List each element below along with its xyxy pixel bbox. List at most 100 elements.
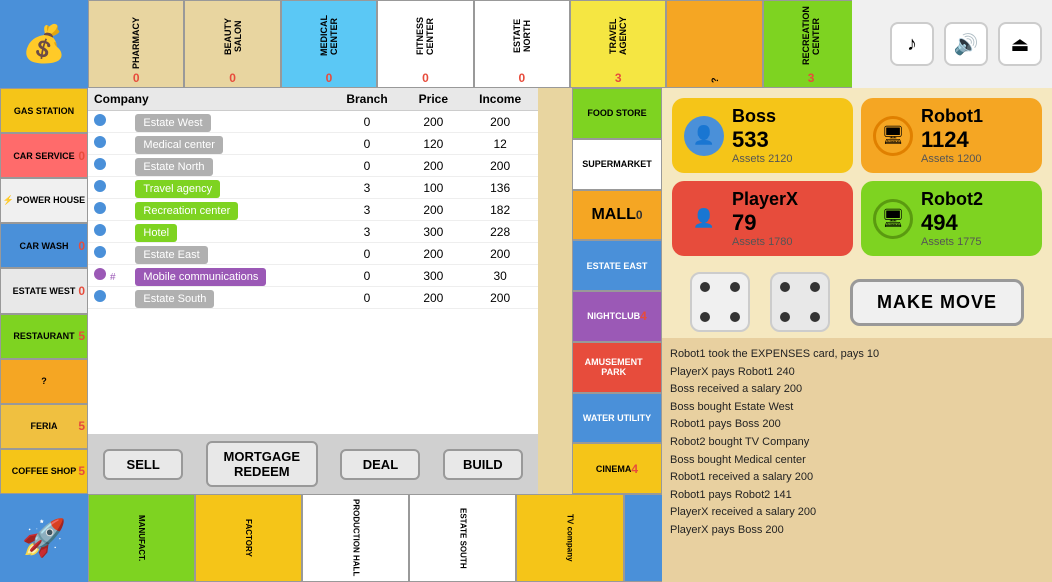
table-row[interactable]: Estate South0200200 xyxy=(88,287,538,309)
dot xyxy=(810,282,820,292)
top-left-icon: 💰 xyxy=(0,0,88,88)
left-cell-coffeeshop: COFFEE SHOP5 xyxy=(0,449,88,494)
player-playerx: 👤 PlayerX 79 Assets 1780 xyxy=(672,181,853,256)
playerx-info: PlayerX 79 Assets 1780 xyxy=(732,189,798,248)
log-entry: Robot1 pays Robot2 141 xyxy=(670,487,1044,505)
bottom-action-bar: SELL MORTGAGEREDEEM DEAL BUILD xyxy=(88,434,538,494)
top-cell-beauty-salon: BEAUTY SALON0 xyxy=(184,0,280,88)
boss-score: 533 xyxy=(732,127,793,153)
player-boss: 👤 Boss 533 Assets 2120 xyxy=(672,98,853,173)
dot xyxy=(730,282,740,292)
playerx-avatar: 👤 xyxy=(684,199,724,239)
player-cards: 👤 Boss 533 Assets 2120 🖥 Robot1 1124 Ass… xyxy=(662,88,1052,266)
mr-cell-amusement: AMUSEMENT PARK4 xyxy=(572,342,662,393)
make-move-button[interactable]: MAKE MOVE xyxy=(850,279,1024,326)
die-2 xyxy=(770,272,830,332)
mr-cell-mall: MALL0 xyxy=(572,190,662,241)
company-name: Estate South xyxy=(135,290,214,308)
robot1-info: Robot1 1124 Assets 1200 xyxy=(921,106,983,165)
player-robot1: 🖥 Robot1 1124 Assets 1200 xyxy=(861,98,1042,173)
robot2-info: Robot2 494 Assets 1775 xyxy=(921,189,983,248)
top-cell-travel-agency: TRAVEL AGENCY3 xyxy=(570,0,666,88)
company-name: Estate East xyxy=(135,246,207,264)
middle-right-strip: FOOD STORESUPERMARKETMALL0ESTATE EASTNIG… xyxy=(572,88,662,494)
die-1 xyxy=(690,272,750,332)
company-dot xyxy=(94,136,106,148)
log-entry: Boss bought Estate West xyxy=(670,399,1044,417)
mr-cell-nightclub: NIGHTCLUB4 xyxy=(572,291,662,342)
left-cell-gas: GAS STATION xyxy=(0,88,88,133)
right-icons: ♪ 🔊 ⏏ xyxy=(852,0,1052,88)
company-name: Medical center xyxy=(135,136,223,154)
col-price: Price xyxy=(404,88,462,111)
company-dot xyxy=(94,290,106,302)
table-row[interactable]: Recreation center3200182 xyxy=(88,199,538,221)
mr-cell-waterutility: WATER UTILITY xyxy=(572,393,662,444)
volume-icon[interactable]: 🔊 xyxy=(944,22,988,66)
playerx-score: 79 xyxy=(732,210,798,236)
bottom-cell-factory2: FACTORY xyxy=(195,494,302,582)
build-button[interactable]: BUILD xyxy=(443,449,523,480)
player-robot2: 🖥 Robot2 494 Assets 1775 xyxy=(861,181,1042,256)
robot2-score: 494 xyxy=(921,210,983,236)
bottom-cell-manufact: MANUFACT. xyxy=(88,494,195,582)
left-cell-restaurant: RESTAURANT5 xyxy=(0,314,88,359)
table-row[interactable]: Estate North0200200 xyxy=(88,155,538,177)
company-dot xyxy=(94,246,106,258)
left-cell-estatewest: ESTATE WEST0 xyxy=(0,268,88,313)
table-row[interactable]: Estate West0200200 xyxy=(88,111,538,133)
mr-cell-cinema: CINEMA4 xyxy=(572,443,662,494)
col-income: Income xyxy=(462,88,538,111)
exit-icon[interactable]: ⏏ xyxy=(998,22,1042,66)
log-entry: Robot1 received a salary 200 xyxy=(670,469,1044,487)
top-cell-recreation-center: RECREATION CENTER3 xyxy=(763,0,859,88)
boss-avatar: 👤 xyxy=(684,116,724,156)
log-entry: PlayerX pays Boss 200 xyxy=(670,522,1044,540)
dot xyxy=(700,282,710,292)
left-cell-powerhouse: ⚡ POWER HOUSE xyxy=(0,178,88,223)
col-branch: Branch xyxy=(330,88,405,111)
table-row[interactable]: Travel agency3100136 xyxy=(88,177,538,199)
table-row[interactable]: Hotel3300228 xyxy=(88,221,538,243)
top-cell-medical-center: MEDICAL CENTER0 xyxy=(281,0,377,88)
playerx-name: PlayerX xyxy=(732,189,798,210)
log-entry: Boss received a salary 200 xyxy=(670,381,1044,399)
dot xyxy=(780,312,790,322)
music-icon[interactable]: ♪ xyxy=(890,22,934,66)
company-dot xyxy=(94,114,106,126)
company-dot xyxy=(94,158,106,170)
boss-name: Boss xyxy=(732,106,793,127)
bottom-cell-production: PRODUCTION HALL xyxy=(302,494,409,582)
mortgage-redeem-button[interactable]: MORTGAGEREDEEM xyxy=(206,441,319,487)
mr-cell-estateeast: ESTATE EAST xyxy=(572,240,662,291)
sell-button[interactable]: SELL xyxy=(103,449,183,480)
top-cell-fitness-center: FITNESS CENTER0 xyxy=(377,0,473,88)
log-entry: Robot1 pays Boss 200 xyxy=(670,416,1044,434)
table-row[interactable]: Medical center012012 xyxy=(88,133,538,155)
log-entry: Boss bought Medical center xyxy=(670,452,1044,470)
right-panel: 👤 Boss 533 Assets 2120 🖥 Robot1 1124 Ass… xyxy=(662,88,1052,582)
dice-area: MAKE MOVE xyxy=(662,266,1052,338)
deal-button[interactable]: DEAL xyxy=(340,449,420,480)
company-name: Travel agency xyxy=(135,180,220,198)
log-area: Robot1 took the EXPENSES card, pays 10Pl… xyxy=(662,338,1052,582)
company-name: Estate West xyxy=(135,114,210,132)
robot2-avatar: 🖥 xyxy=(873,199,913,239)
boss-assets: Assets 2120 xyxy=(732,153,793,165)
robot1-name: Robot1 xyxy=(921,106,983,127)
left-cell-carservice: CAR SERVICE0 xyxy=(0,133,88,178)
company-table: Company Branch Price Income Estate West0… xyxy=(88,88,538,309)
company-dot xyxy=(94,180,106,192)
company-dot xyxy=(94,268,106,280)
mr-cell-foodstore: FOOD STORE xyxy=(572,88,662,139)
company-dot xyxy=(94,224,106,236)
col-company: Company xyxy=(88,88,330,111)
robot2-name: Robot2 xyxy=(921,189,983,210)
dot xyxy=(700,312,710,322)
left-cell-feria: FERIA5 xyxy=(0,404,88,449)
left-sidebar: GAS STATIONCAR SERVICE0⚡ POWER HOUSECAR … xyxy=(0,88,88,494)
table-row[interactable]: Estate East0200200 xyxy=(88,243,538,265)
table-row[interactable]: #Mobile communications030030 xyxy=(88,265,538,287)
top-cell-?: ? xyxy=(666,0,762,88)
mr-cell-supermarket: SUPERMARKET xyxy=(572,139,662,190)
